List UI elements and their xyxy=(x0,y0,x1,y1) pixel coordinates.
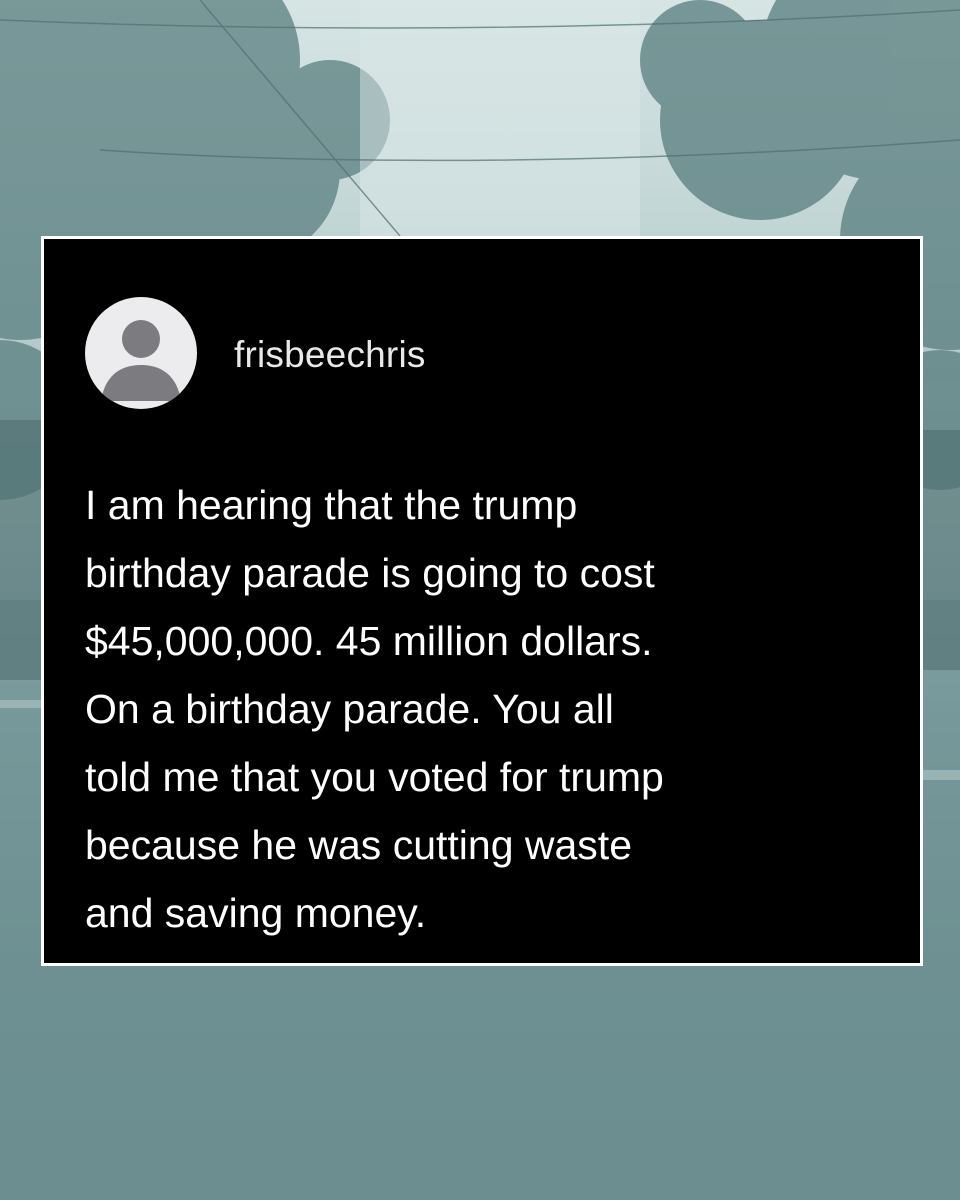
username[interactable]: frisbeechris xyxy=(234,335,426,375)
post-card: frisbeechris I am hearing that the trump… xyxy=(41,236,923,966)
avatar[interactable] xyxy=(85,297,197,409)
post-text: I am hearing that the trump birthday par… xyxy=(85,482,664,936)
default-user-icon xyxy=(101,320,181,401)
